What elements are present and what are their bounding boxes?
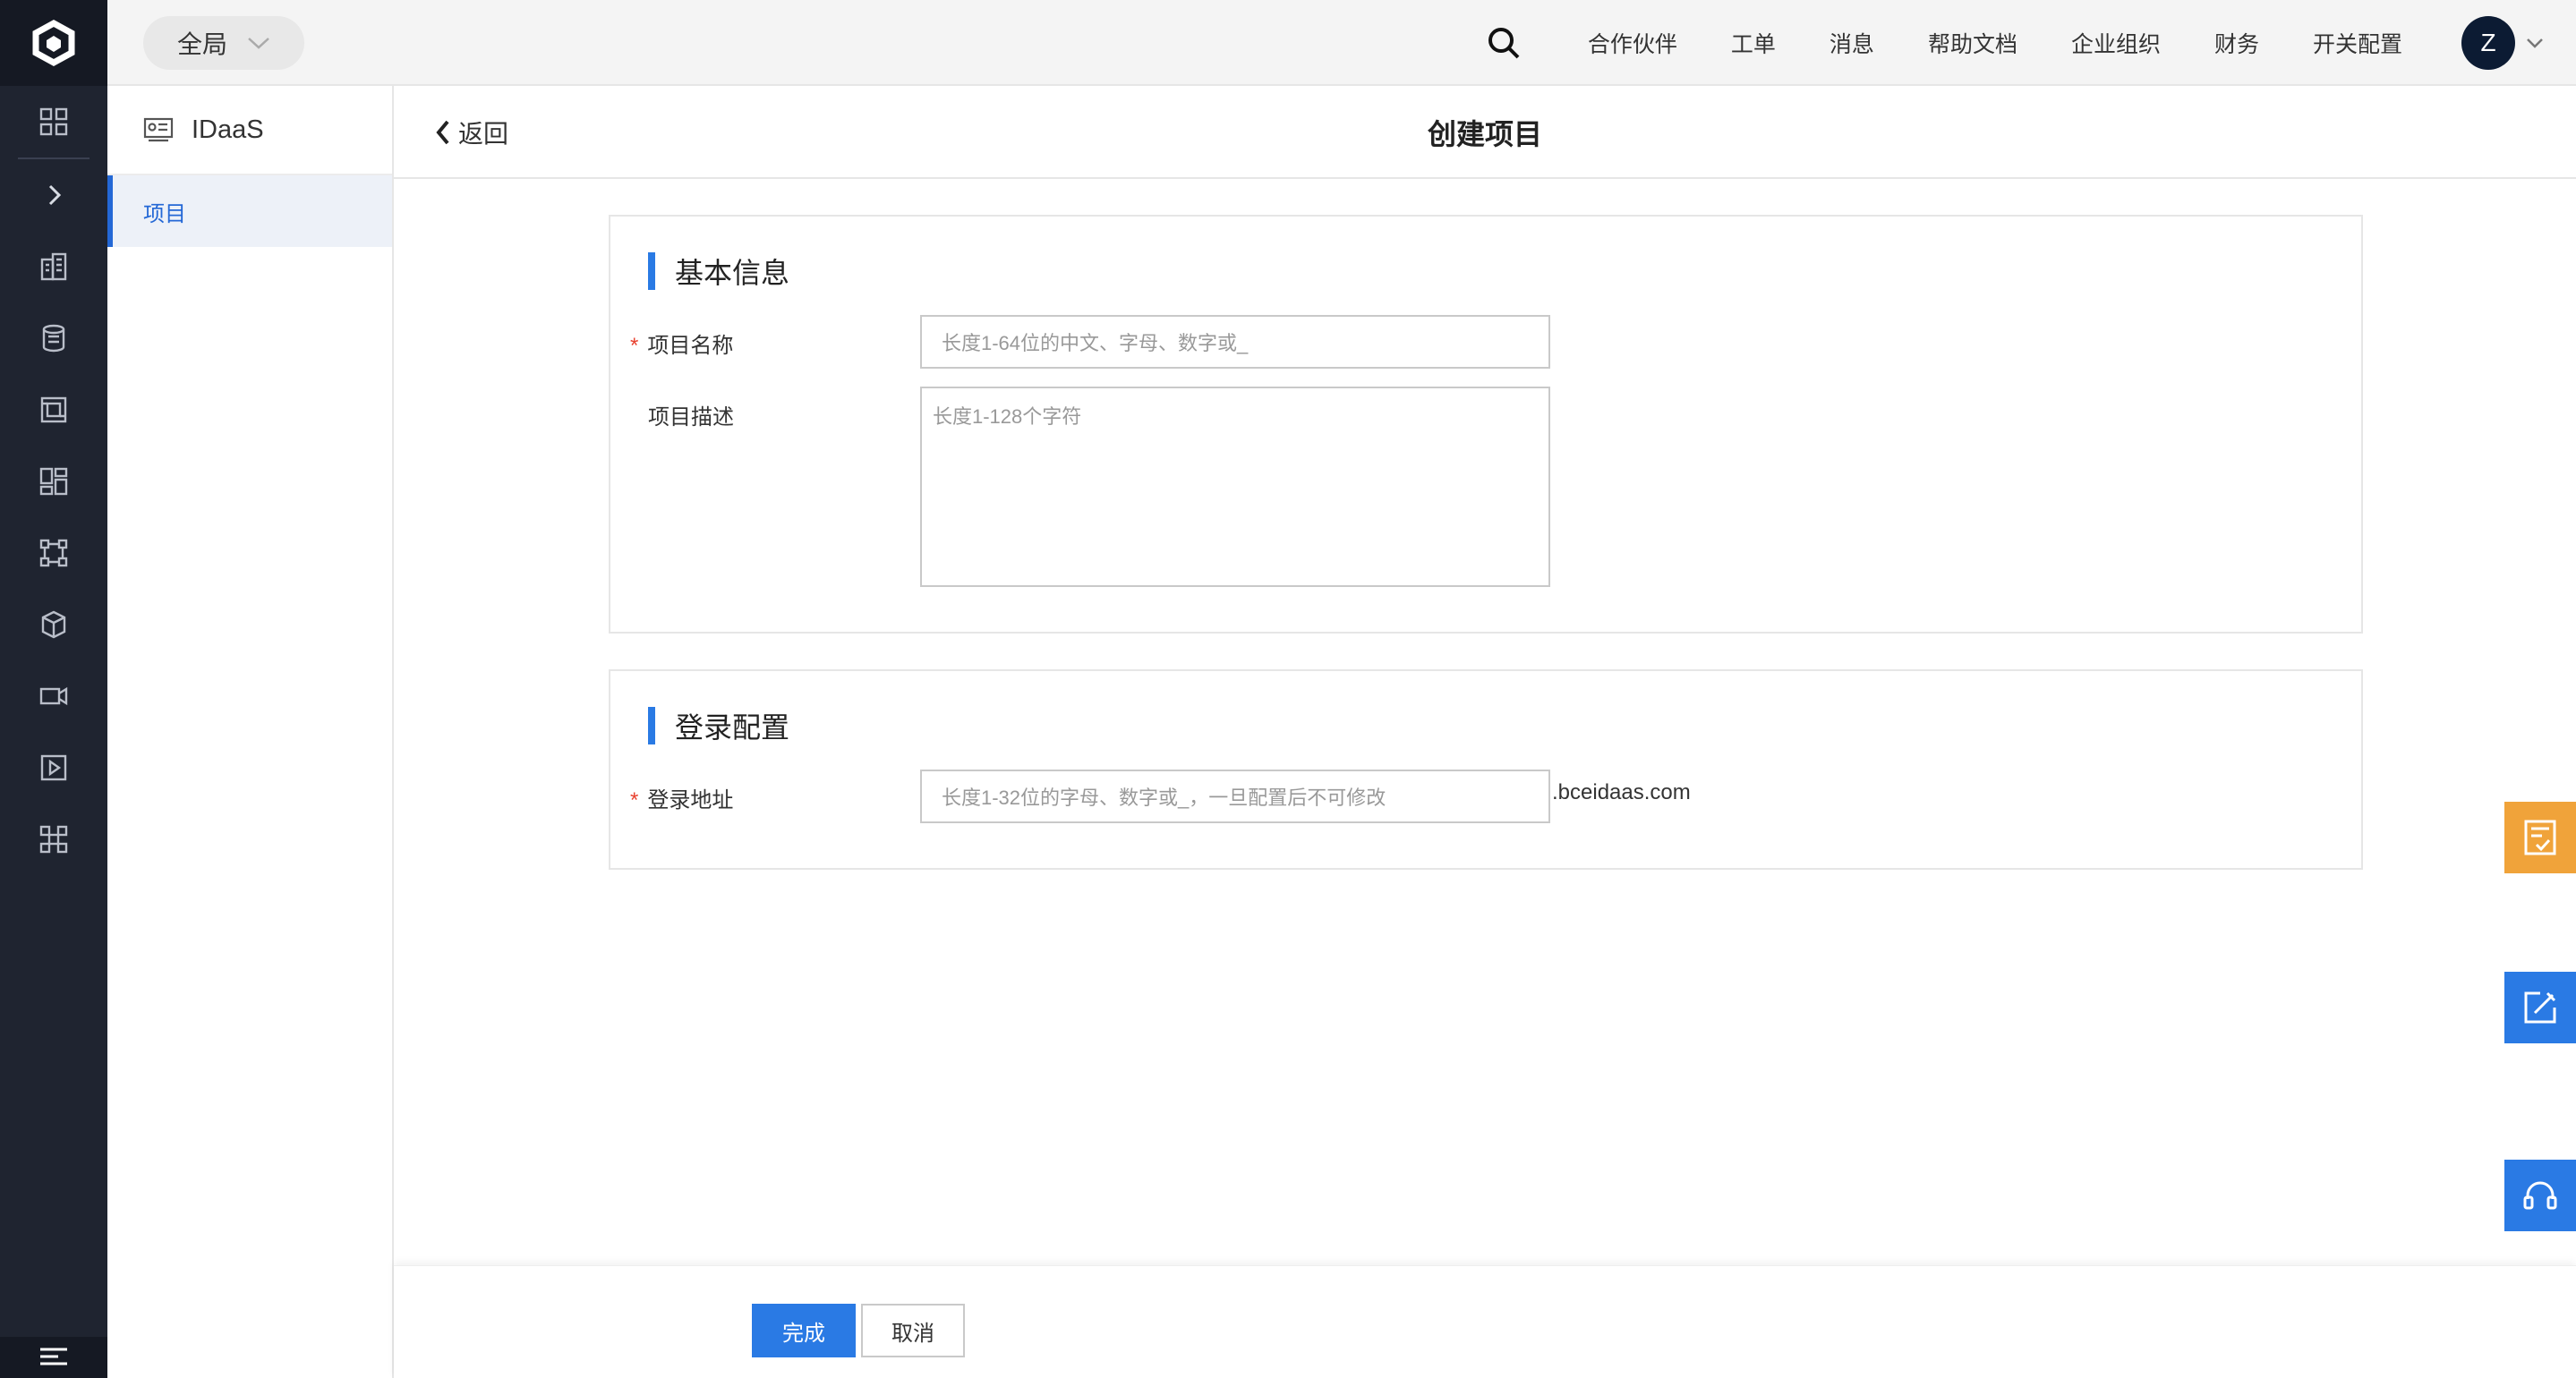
checklist-icon — [2524, 820, 2556, 855]
cluster-icon[interactable] — [0, 804, 107, 875]
project-name-label-text: 项目名称 — [647, 334, 734, 358]
required-mark: * — [630, 334, 639, 358]
grid-icon[interactable] — [0, 86, 107, 157]
nav-messages[interactable]: 消息 — [1830, 27, 1874, 59]
project-desc-label: 项目描述 — [648, 405, 734, 430]
database-icon[interactable] — [0, 302, 107, 374]
top-right-area: 合作伙伴 工单 消息 帮助文档 企业组织 财务 开关配置 Z — [1486, 0, 2544, 86]
edit-icon — [2524, 991, 2556, 1024]
top-nav: 合作伙伴 工单 消息 帮助文档 企业组织 财务 开关配置 — [1561, 27, 2429, 59]
network-icon[interactable] — [0, 517, 107, 589]
expand-icon[interactable] — [0, 159, 107, 231]
project-name-input[interactable]: 长度1-64位的中文、字母、数字或_ — [920, 315, 1550, 369]
play-icon[interactable] — [0, 732, 107, 804]
region-label: 全局 — [176, 30, 227, 58]
avatar-chevron-down-icon[interactable] — [2526, 37, 2544, 49]
sidebar-item-projects[interactable]: 项目 — [107, 175, 392, 247]
login-config-card: 登录配置 * 登录地址 长度1-32位的字母、数字或_，一旦配置后不可修改 .bc… — [609, 669, 2363, 870]
collapse-menu-icon[interactable] — [0, 1337, 107, 1378]
package-icon[interactable] — [0, 589, 107, 660]
page-title: 创建项目 — [1427, 118, 1542, 150]
nav-docs[interactable]: 帮助文档 — [1928, 27, 2017, 59]
project-name-label: * 项目名称 — [630, 327, 863, 359]
region-selector[interactable]: 全局 — [143, 16, 304, 70]
login-address-label: * 登录地址 — [630, 782, 863, 813]
content-header: 创建项目 返回 — [394, 86, 2576, 179]
feedback-float-button[interactable] — [2504, 802, 2576, 873]
product-name: IDaaS — [192, 115, 264, 144]
server-icon[interactable] — [0, 374, 107, 446]
edit-float-button[interactable] — [2504, 972, 2576, 1043]
app-root: 全局 合作伙伴 工单 消息 帮助文档 企业组织 财务 开关配置 Z IDaaS … — [0, 0, 2576, 1378]
login-address-label-text: 登录地址 — [647, 788, 734, 812]
project-name-placeholder: 长度1-64位的中文、字母、数字或_ — [942, 332, 1249, 354]
nav-switch-config[interactable]: 开关配置 — [2313, 27, 2402, 59]
support-float-button[interactable] — [2504, 1160, 2576, 1231]
search-icon[interactable] — [1486, 25, 1522, 61]
top-bar: 全局 合作伙伴 工单 消息 帮助文档 企业组织 财务 开关配置 Z — [107, 0, 2576, 86]
nav-organization[interactable]: 企业组织 — [2071, 27, 2161, 59]
video-icon[interactable] — [0, 660, 107, 732]
cancel-button[interactable]: 取消 — [861, 1304, 965, 1357]
nav-finance[interactable]: 财务 — [2214, 27, 2259, 59]
form-footer: 完成 取消 — [394, 1265, 2576, 1378]
dashboard-icon[interactable] — [0, 446, 107, 517]
submit-button[interactable]: 完成 — [752, 1304, 856, 1357]
required-mark: * — [630, 788, 639, 812]
building-icon[interactable] — [0, 231, 107, 302]
headset-icon — [2523, 1181, 2557, 1210]
nav-partners[interactable]: 合作伙伴 — [1588, 27, 1677, 59]
login-address-input[interactable]: 长度1-32位的字母、数字或_，一旦配置后不可修改 — [920, 770, 1550, 823]
icon-rail — [0, 0, 107, 1378]
sidebar-item-label: 项目 — [143, 201, 186, 226]
logo[interactable] — [0, 0, 107, 86]
login-address-placeholder: 长度1-32位的字母、数字或_，一旦配置后不可修改 — [942, 787, 1386, 809]
product-header: IDaaS — [107, 86, 392, 175]
project-desc-textarea[interactable]: 长度1-128个字符 — [920, 387, 1550, 587]
project-desc-placeholder: 长度1-128个字符 — [933, 405, 1082, 428]
back-button[interactable]: 返回 — [433, 86, 508, 179]
nav-tickets[interactable]: 工单 — [1731, 27, 1776, 59]
chevron-down-icon — [248, 38, 269, 49]
section-title-basic: 基本信息 — [648, 252, 789, 290]
id-card-icon — [143, 117, 174, 142]
login-address-suffix: .bceidaas.com — [1552, 780, 1691, 804]
avatar[interactable]: Z — [2461, 16, 2515, 70]
logo-icon — [32, 20, 75, 66]
back-label: 返回 — [458, 120, 509, 148]
chevron-left-icon — [436, 120, 449, 145]
basic-info-card: 基本信息 * 项目名称 长度1-64位的中文、字母、数字或_ 项目描述 长度1-1… — [609, 215, 2363, 634]
section-title-login: 登录配置 — [648, 707, 789, 744]
product-sidebar: IDaaS 项目 — [107, 86, 394, 1378]
